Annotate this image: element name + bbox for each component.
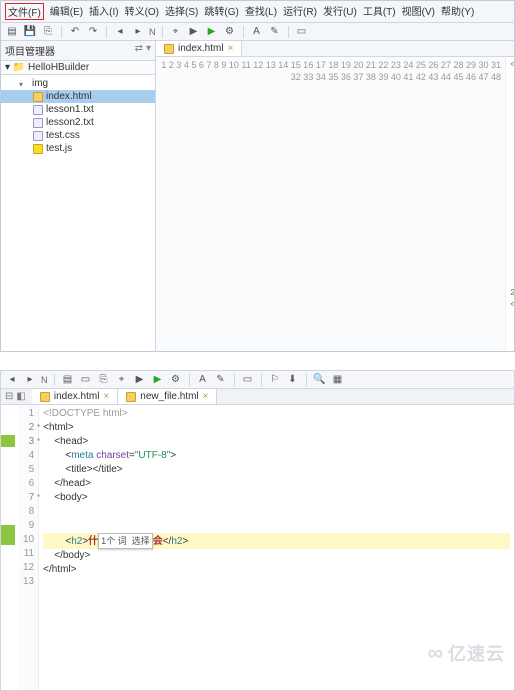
txt-icon — [33, 118, 43, 128]
new-icon[interactable]: ▤ — [5, 25, 19, 39]
menu-bar: 文件(F) 编辑(E) 插入(I) 转义(O) 选择(S) 跳转(G) 查找(L) 运行(R)… — [1, 1, 514, 23]
folderopen-icon — [19, 79, 29, 89]
wand-icon[interactable]: ✎ — [214, 373, 228, 387]
tree-item-label: lesson1.txt — [46, 104, 94, 115]
tree-item[interactable]: img — [1, 77, 155, 90]
saveall-icon[interactable]: ⎘ — [41, 25, 55, 39]
search-icon[interactable]: 🔍 — [313, 373, 327, 387]
menu-item[interactable]: 帮助(Y) — [441, 3, 474, 20]
menu-item[interactable]: 插入(I) — [89, 3, 118, 20]
tree-item-label: lesson2.txt — [46, 117, 94, 128]
close-icon[interactable]: × — [103, 391, 109, 402]
js-icon — [33, 144, 43, 154]
html-file-icon — [126, 392, 136, 402]
change-marker — [1, 435, 15, 447]
page-icon — [33, 92, 43, 102]
link-icon[interactable]: ⇄ — [135, 43, 143, 58]
undo-icon[interactable]: ↶ — [68, 25, 82, 39]
tree-item-label: test.css — [46, 130, 80, 141]
new-icon[interactable]: ▤ — [61, 373, 75, 387]
tree-item[interactable]: test.css — [1, 129, 155, 142]
tree-item[interactable]: test.js — [1, 142, 155, 155]
ide-window-bottom: ◂ ▸ N ▤ ▭ ⎘ ⌖ ▶ ▶ ⚙ A ✎ ▭ ⚐ ⬇ 🔍 ▦ ⊟◧ inde… — [0, 370, 515, 691]
run-icon[interactable]: ▶ — [187, 25, 201, 39]
close-icon[interactable]: × — [203, 391, 209, 402]
config-icon[interactable]: ⚙ — [223, 25, 237, 39]
letter-a-icon[interactable]: A — [196, 373, 210, 387]
config-icon[interactable]: ⚙ — [169, 373, 183, 387]
wand-icon[interactable]: ✎ — [268, 25, 282, 39]
letter-a-icon[interactable]: A — [250, 25, 264, 39]
doc-icon[interactable]: ▭ — [79, 373, 93, 387]
editor-tab[interactable]: new_file.html× — [118, 389, 217, 404]
grid-icon[interactable]: ▦ — [331, 373, 345, 387]
ide-window-top: 文件(F) 编辑(E) 插入(I) 转义(O) 选择(S) 跳转(G) 查找(L) 运行(R)… — [0, 0, 515, 352]
editor-tabbar: index.html × — [156, 41, 514, 57]
workspace: 项目管理器 ⇄ ▾ ▾ 📁 HelloHBuilder img index.htm… — [1, 41, 514, 351]
menu-item[interactable]: 工具(T) — [363, 3, 396, 20]
editor-tabbar-bottom: ⊟◧ index.html×new_file.html× — [1, 389, 514, 405]
menu-item[interactable]: 运行(R) — [283, 3, 317, 20]
cursor-icon[interactable]: ⌖ — [115, 373, 129, 387]
tree-item[interactable]: lesson1.txt — [1, 103, 155, 116]
change-marker — [1, 525, 15, 545]
txt-icon — [33, 131, 43, 141]
marker-column — [1, 405, 19, 690]
outline-icon[interactable]: ⊟ — [5, 391, 13, 402]
menu-item[interactable]: 跳转(G) — [204, 3, 238, 20]
nav-back-icon[interactable]: ◂ — [5, 373, 19, 387]
nav-fwd-icon[interactable]: ▸ — [23, 373, 37, 387]
menu-item[interactable]: 选择(S) — [165, 3, 198, 20]
html-file-icon — [164, 44, 174, 54]
menu-item[interactable]: 查找(L) — [245, 3, 277, 20]
team-icon[interactable]: ⚐ — [268, 373, 282, 387]
play-icon[interactable]: ▶ — [151, 373, 165, 387]
collapse-icon[interactable]: ▾ — [146, 43, 151, 58]
menu-item[interactable]: 视图(V) — [402, 3, 435, 20]
close-icon[interactable]: × — [228, 43, 234, 54]
phone-icon[interactable]: ▭ — [241, 373, 255, 387]
copy-icon[interactable]: ⎘ — [97, 373, 111, 387]
editor-tab-index[interactable]: index.html × — [156, 41, 242, 56]
menu-item[interactable]: 发行(U) — [323, 3, 357, 20]
project-manager-panel: 项目管理器 ⇄ ▾ ▾ 📁 HelloHBuilder img index.htm… — [1, 41, 156, 351]
play-icon[interactable]: ▶ — [205, 25, 219, 39]
nav-back-icon[interactable]: ◂ — [113, 25, 127, 39]
code-area-top[interactable]: 1 2 3 4 5 6 7 8 9 10 11 12 13 14 15 16 1… — [156, 57, 514, 351]
tree-item[interactable]: index.html — [1, 90, 155, 103]
down-icon[interactable]: ⬇ — [286, 373, 300, 387]
editor-top: index.html × 1 2 3 4 5 6 7 8 9 10 11 12 … — [156, 41, 514, 351]
file-tree: img index.html lesson1.txt lesson2.txt test.… — [1, 75, 155, 157]
editor-tab[interactable]: index.html× — [32, 389, 118, 404]
tree-item-label: index.html — [46, 91, 92, 102]
toolbar-bottom: ◂ ▸ N ▤ ▭ ⎘ ⌖ ▶ ▶ ⚙ A ✎ ▭ ⚐ ⬇ 🔍 ▦ — [1, 371, 514, 389]
tree-item[interactable]: lesson2.txt — [1, 116, 155, 129]
project-manager-title: 项目管理器 — [5, 43, 55, 58]
html-file-icon — [40, 392, 50, 402]
toolbar-top: ▤ 💾 ⎘ ↶ ↷ ◂ ▸ N ⌖ ▶ ▶ ⚙ A ✎ ▭ — [1, 23, 514, 41]
toggle-icon[interactable]: ◧ — [16, 391, 25, 402]
run-icon[interactable]: ▶ — [133, 373, 147, 387]
tree-item-label: test.js — [46, 143, 72, 154]
save-icon[interactable]: 💾 — [23, 25, 37, 39]
nav-fwd-icon[interactable]: ▸ — [131, 25, 145, 39]
redo-icon[interactable]: ↷ — [86, 25, 100, 39]
menu-item[interactable]: 文件(F) — [5, 3, 44, 20]
code-area-bottom[interactable]: 12345678910111213 <!DOCTYPE html><html> … — [1, 405, 514, 690]
phone-icon[interactable]: ▭ — [295, 25, 309, 39]
menu-item[interactable]: 转义(O) — [125, 3, 159, 20]
cursor-icon[interactable]: ⌖ — [169, 25, 183, 39]
project-root-tab[interactable]: ▾ 📁 HelloHBuilder — [5, 62, 89, 73]
txt-icon — [33, 105, 43, 115]
menu-item[interactable]: 编辑(E) — [50, 3, 83, 20]
tree-item-label: img — [32, 78, 48, 89]
